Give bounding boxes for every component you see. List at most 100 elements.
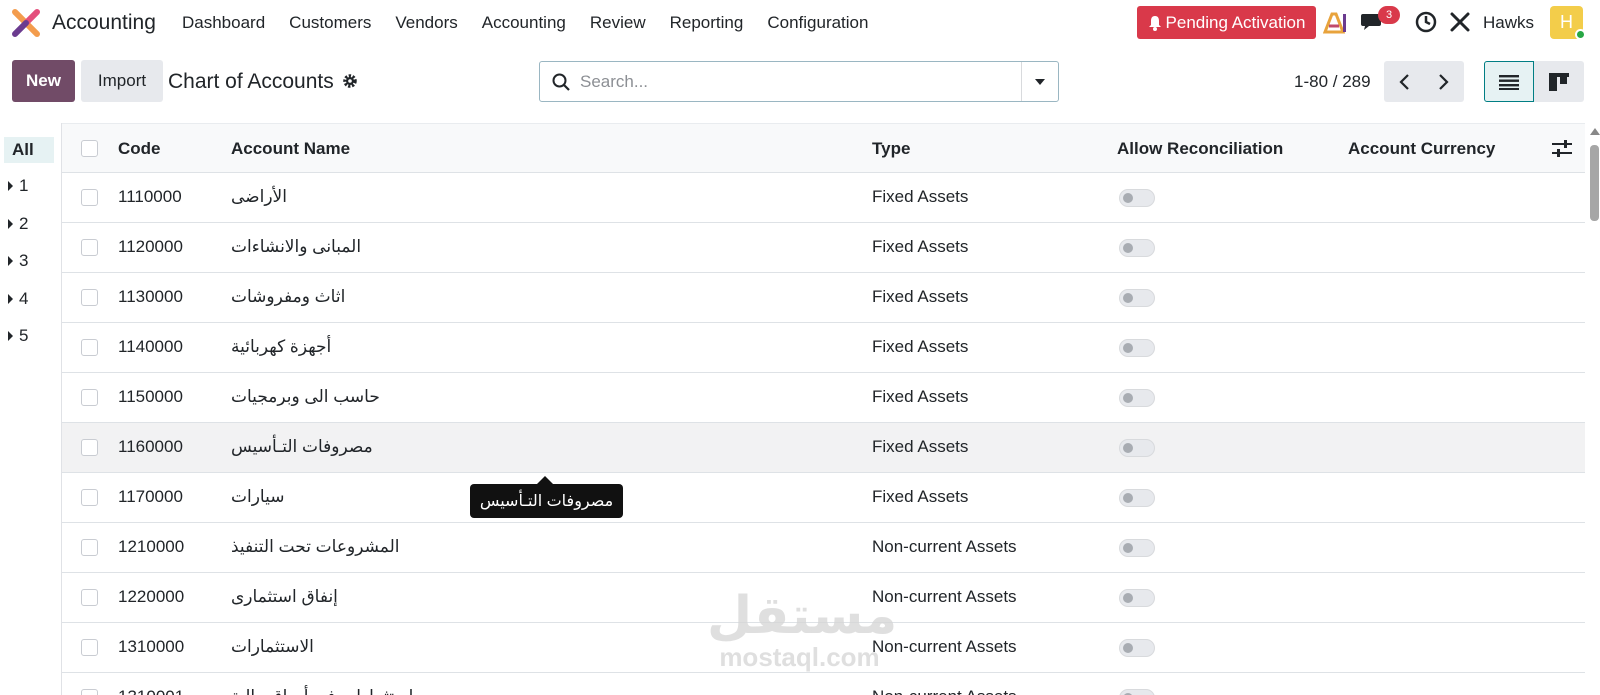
column-account-currency[interactable]: Account Currency: [1348, 139, 1495, 159]
row-checkbox[interactable]: [81, 539, 98, 556]
cell-code: 1120000: [118, 237, 183, 256]
table-row[interactable]: 1130000 اثاث ومفروشات Fixed Assets: [62, 273, 1585, 323]
pager-value[interactable]: 1-80 / 289: [1294, 72, 1371, 92]
table-row[interactable]: 1210000 المشروعات تحت التنفيذ Non-current …: [62, 523, 1585, 573]
reconciliation-toggle[interactable]: [1119, 189, 1155, 207]
table-row[interactable]: 1120000 المبانى والانشاءات Fixed Assets: [62, 223, 1585, 273]
row-checkbox[interactable]: [81, 439, 98, 456]
clock-icon[interactable]: [1415, 11, 1437, 33]
cell-type: Fixed Assets: [872, 437, 969, 456]
search-icon[interactable]: [552, 73, 570, 91]
menu-reporting[interactable]: Reporting: [670, 13, 744, 33]
search-input[interactable]: [580, 71, 1010, 92]
caret-right-icon: [8, 181, 13, 191]
reconciliation-toggle[interactable]: [1119, 689, 1155, 695]
column-code[interactable]: Code: [118, 139, 161, 159]
cell-code: 1310000: [118, 637, 185, 656]
search-panel: All 1 2 3 4 5: [0, 123, 62, 695]
new-button[interactable]: New: [12, 60, 75, 102]
cell-account-name: استثمارات في أوراق مالية: [231, 687, 413, 695]
scroll-up-arrow-icon[interactable]: [1590, 128, 1600, 135]
pager-next-button[interactable]: [1424, 61, 1464, 102]
side-panel-group[interactable]: 1: [8, 176, 28, 196]
cell-account-name: إنفاق استثمارى: [231, 587, 338, 606]
gear-icon[interactable]: [342, 73, 358, 89]
side-panel-group[interactable]: 2: [8, 214, 28, 234]
side-panel-group[interactable]: 4: [8, 289, 28, 309]
row-checkbox[interactable]: [81, 189, 98, 206]
row-checkbox[interactable]: [81, 339, 98, 356]
reconciliation-toggle[interactable]: [1119, 289, 1155, 307]
list-view-button[interactable]: [1484, 61, 1534, 102]
cell-account-name: مصروفات التـأسيس: [231, 437, 373, 456]
reconciliation-toggle[interactable]: [1119, 239, 1155, 257]
search-options-toggle[interactable]: [1021, 62, 1058, 101]
column-allow-reconciliation[interactable]: Allow Reconciliation: [1117, 139, 1283, 159]
app-name[interactable]: Accounting: [52, 11, 156, 35]
row-checkbox[interactable]: [81, 639, 98, 656]
row-checkbox[interactable]: [81, 389, 98, 406]
kanban-view-button[interactable]: [1534, 61, 1584, 102]
table-row[interactable]: 1170000 سيارات Fixed Assets: [62, 473, 1585, 523]
cell-code: 1160000: [118, 437, 183, 456]
search-bar: [539, 61, 1059, 102]
reconciliation-toggle[interactable]: [1119, 589, 1155, 607]
pending-activation-button[interactable]: Pending Activation: [1137, 6, 1316, 39]
ai-icon[interactable]: [1323, 12, 1347, 34]
reconciliation-toggle[interactable]: [1119, 639, 1155, 657]
menu-review[interactable]: Review: [590, 13, 646, 33]
menu-customers[interactable]: Customers: [289, 13, 371, 33]
caret-right-icon: [8, 294, 13, 304]
cell-type: Non-current Assets: [872, 537, 1017, 556]
cell-code: 1140000: [118, 337, 183, 356]
menu-accounting[interactable]: Accounting: [482, 13, 566, 33]
row-checkbox[interactable]: [81, 489, 98, 506]
tools-icon[interactable]: [1449, 11, 1471, 33]
column-type[interactable]: Type: [872, 139, 910, 159]
side-panel-group[interactable]: 3: [8, 251, 28, 271]
row-checkbox[interactable]: [81, 289, 98, 306]
cell-code: 1170000: [118, 487, 183, 506]
table-row[interactable]: 1310001 استثمارات في أوراق مالية Non-curre…: [62, 673, 1585, 695]
side-panel-group-label: 2: [19, 214, 29, 233]
caret-right-icon: [8, 331, 13, 341]
watermark-latin: mostaql.com: [719, 642, 880, 672]
menu-configuration[interactable]: Configuration: [767, 13, 868, 33]
reconciliation-toggle[interactable]: [1119, 539, 1155, 557]
cell-account-name: الاستثمارات: [231, 637, 314, 656]
table-row[interactable]: 1110000 الأراضى Fixed Assets: [62, 173, 1585, 223]
pager-previous-button[interactable]: [1384, 61, 1424, 102]
row-checkbox[interactable]: [81, 239, 98, 256]
watermark-arabic: مستقل: [707, 587, 898, 645]
table-row[interactable]: 1150000 حاسب الى وبرمجيات Fixed Assets: [62, 373, 1585, 423]
reconciliation-toggle[interactable]: [1119, 439, 1155, 457]
select-all-checkbox[interactable]: [81, 140, 98, 157]
column-account-name[interactable]: Account Name: [231, 139, 350, 159]
optional-columns-icon[interactable]: [1552, 140, 1572, 158]
table-row[interactable]: 1140000 أجهزة كهربائية Fixed Assets: [62, 323, 1585, 373]
scrollbar-thumb[interactable]: [1590, 145, 1599, 221]
accounting-app-icon[interactable]: [12, 9, 40, 37]
caret-right-icon: [8, 219, 13, 229]
import-button[interactable]: Import: [81, 60, 163, 102]
company-name[interactable]: Hawks: [1483, 13, 1534, 33]
list-icon: [1499, 74, 1519, 90]
cell-type: Fixed Assets: [872, 487, 969, 506]
cell-account-name: اثاث ومفروشات: [231, 287, 346, 306]
main-menu: Dashboard Customers Vendors Accounting R…: [182, 13, 892, 33]
table-row[interactable]: 1160000 مصروفات التـأسيس Fixed Assets: [62, 423, 1585, 473]
side-panel-all[interactable]: All: [4, 137, 54, 163]
row-checkbox[interactable]: [81, 689, 98, 695]
reconciliation-toggle[interactable]: [1119, 489, 1155, 507]
reconciliation-toggle[interactable]: [1119, 389, 1155, 407]
caret-down-icon: [1035, 78, 1045, 85]
cell-code: 1130000: [118, 287, 183, 306]
side-panel-group[interactable]: 5: [8, 326, 28, 346]
kanban-icon: [1549, 72, 1569, 91]
cell-account-name: سيارات: [231, 487, 285, 506]
reconciliation-toggle[interactable]: [1119, 339, 1155, 357]
row-checkbox[interactable]: [81, 589, 98, 606]
menu-dashboard[interactable]: Dashboard: [182, 13, 265, 33]
cell-type: Fixed Assets: [872, 237, 969, 256]
menu-vendors[interactable]: Vendors: [395, 13, 457, 33]
